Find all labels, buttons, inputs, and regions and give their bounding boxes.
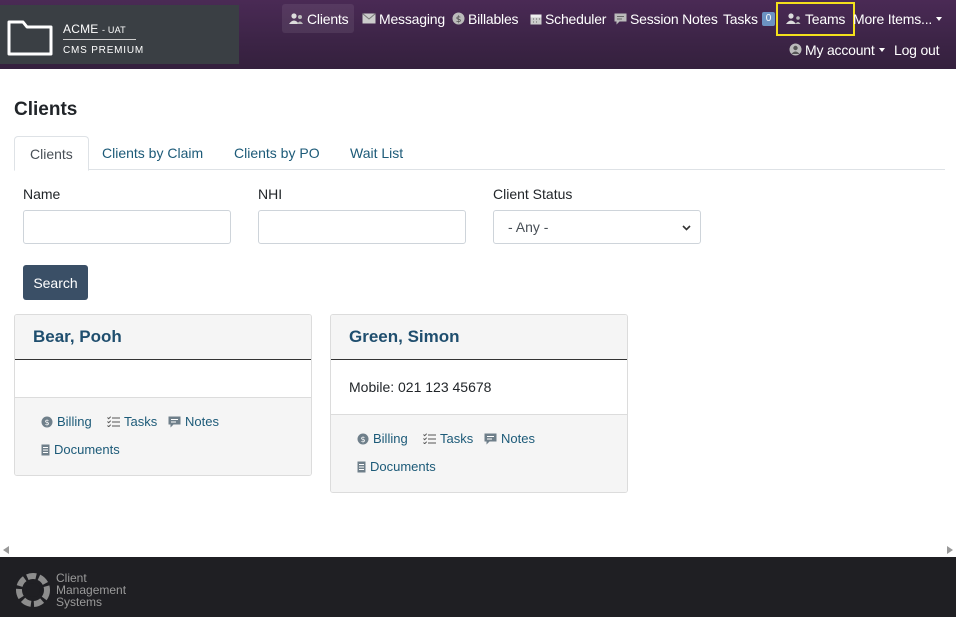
billing-label: Billing [57, 414, 92, 429]
name-label: Name [23, 186, 61, 202]
client-status-label: Client Status [493, 186, 573, 202]
calendar-icon [530, 14, 542, 24]
client-card: Green, Simon Mobile: 021 123 45678 $ Bil… [330, 314, 628, 493]
brand-product: CMS PREMIUM [63, 45, 145, 56]
dollar-coin-icon: $ [41, 416, 53, 427]
dollar-coin-icon: $ [452, 12, 465, 25]
documents-link[interactable]: Documents [357, 459, 436, 474]
team-icon [786, 13, 801, 24]
svg-text:$: $ [44, 418, 49, 427]
documents-label: Documents [54, 442, 120, 457]
svg-text:$: $ [456, 15, 462, 25]
tasks-link[interactable]: Tasks [107, 414, 157, 429]
tasks-label: Tasks [124, 414, 158, 429]
notes-label: Notes [185, 414, 219, 429]
tab-wait-list[interactable]: Wait List [335, 136, 418, 170]
client-tabs: Clients Clients by Claim Clients by PO W… [14, 136, 945, 171]
brand-divider [63, 39, 136, 40]
search-button[interactable]: Search [23, 265, 88, 300]
nav-billables-label: Billables [468, 10, 519, 27]
nav-my-account-label: My account [805, 41, 875, 58]
page-title: Clients [14, 99, 78, 120]
footer-line3: Systems [56, 595, 103, 609]
nav-more-items-label: More Items... [853, 10, 933, 27]
documents-label: Documents [370, 459, 436, 474]
comment-icon [168, 416, 181, 427]
nav-billables[interactable]: $ Billables [452, 4, 519, 33]
nav-teams-label: Teams [805, 11, 846, 27]
documents-link[interactable]: Documents [41, 442, 120, 457]
nav-my-account[interactable]: My account [789, 35, 885, 64]
brand-logo[interactable]: ACME - UAT CMS PREMIUM [0, 5, 239, 64]
comment-icon [614, 13, 627, 24]
page-footer: Client Management Systems [0, 557, 956, 617]
svg-text:$: $ [360, 435, 365, 444]
nhi-input[interactable] [258, 210, 466, 244]
nav-session-notes[interactable]: Session Notes [614, 4, 718, 33]
user-circle-icon [789, 43, 802, 56]
billing-link[interactable]: $ Billing [41, 414, 92, 429]
scroll-right-icon[interactable] [947, 546, 953, 554]
nav-clients[interactable]: Clients [282, 4, 355, 33]
horizontal-scrollbar[interactable] [0, 543, 956, 557]
users-icon [289, 12, 303, 24]
notes-link[interactable]: Notes [168, 414, 219, 429]
envelope-icon [362, 13, 376, 24]
tab-clients[interactable]: Clients [14, 136, 89, 171]
nav-messaging-label: Messaging [379, 10, 445, 27]
notes-link[interactable]: Notes [484, 431, 535, 446]
client-status-select[interactable]: - Any - [493, 210, 701, 244]
tasks-label: Tasks [440, 431, 474, 446]
client-name[interactable]: Green, Simon [331, 315, 627, 360]
tasks-count-badge: 0 [761, 11, 776, 26]
nav-more-items[interactable]: More Items... [853, 4, 943, 33]
nav-scheduler[interactable]: Scheduler [530, 4, 606, 33]
nav-log-out[interactable]: Log out [894, 35, 940, 64]
client-card: Bear, Pooh $ Billing Tasks Notes Documen… [14, 314, 312, 476]
nav-tasks-label: Tasks [723, 10, 758, 27]
checklist-icon [423, 433, 436, 444]
chevron-down-icon [936, 16, 943, 21]
tab-clients-by-claim[interactable]: Clients by Claim [87, 136, 218, 170]
chevron-down-icon [682, 225, 691, 231]
nav-teams[interactable]: Teams [776, 2, 856, 36]
tab-clients-by-po[interactable]: Clients by PO [219, 136, 335, 170]
comment-icon [484, 433, 497, 444]
document-icon [41, 444, 50, 455]
document-icon [357, 461, 366, 472]
nav-clients-label: Clients [307, 10, 349, 27]
client-detail [15, 360, 311, 397]
nav-scheduler-label: Scheduler [545, 10, 607, 27]
footer-brand-text: Client Management Systems [56, 572, 126, 608]
nhi-label: NHI [258, 186, 283, 202]
billing-link[interactable]: $ Billing [357, 431, 408, 446]
checklist-icon [107, 416, 120, 427]
client-detail: Mobile: 021 123 45678 [349, 379, 492, 395]
notes-label: Notes [501, 431, 535, 446]
name-input[interactable] [23, 210, 231, 244]
brand-org: ACME - UAT [63, 22, 126, 36]
client-status-value: - Any - [508, 219, 549, 235]
billing-label: Billing [373, 431, 408, 446]
scroll-left-icon[interactable] [3, 546, 9, 554]
client-actions: $ Billing Tasks Notes Documents [331, 414, 627, 492]
tasks-link[interactable]: Tasks [423, 431, 473, 446]
nav-messaging[interactable]: Messaging [362, 4, 445, 33]
folder-icon [7, 20, 53, 56]
client-actions: $ Billing Tasks Notes Documents [15, 397, 311, 475]
cms-logo-icon [16, 573, 50, 607]
top-navbar: ACME - UAT CMS PREMIUM Clients Messaging… [0, 0, 956, 69]
nav-session-notes-label: Session Notes [630, 10, 718, 27]
chevron-down-icon [878, 47, 885, 52]
client-name[interactable]: Bear, Pooh [15, 315, 311, 360]
dollar-coin-icon: $ [357, 433, 369, 444]
nav-tasks[interactable]: Tasks 0 [723, 4, 776, 33]
